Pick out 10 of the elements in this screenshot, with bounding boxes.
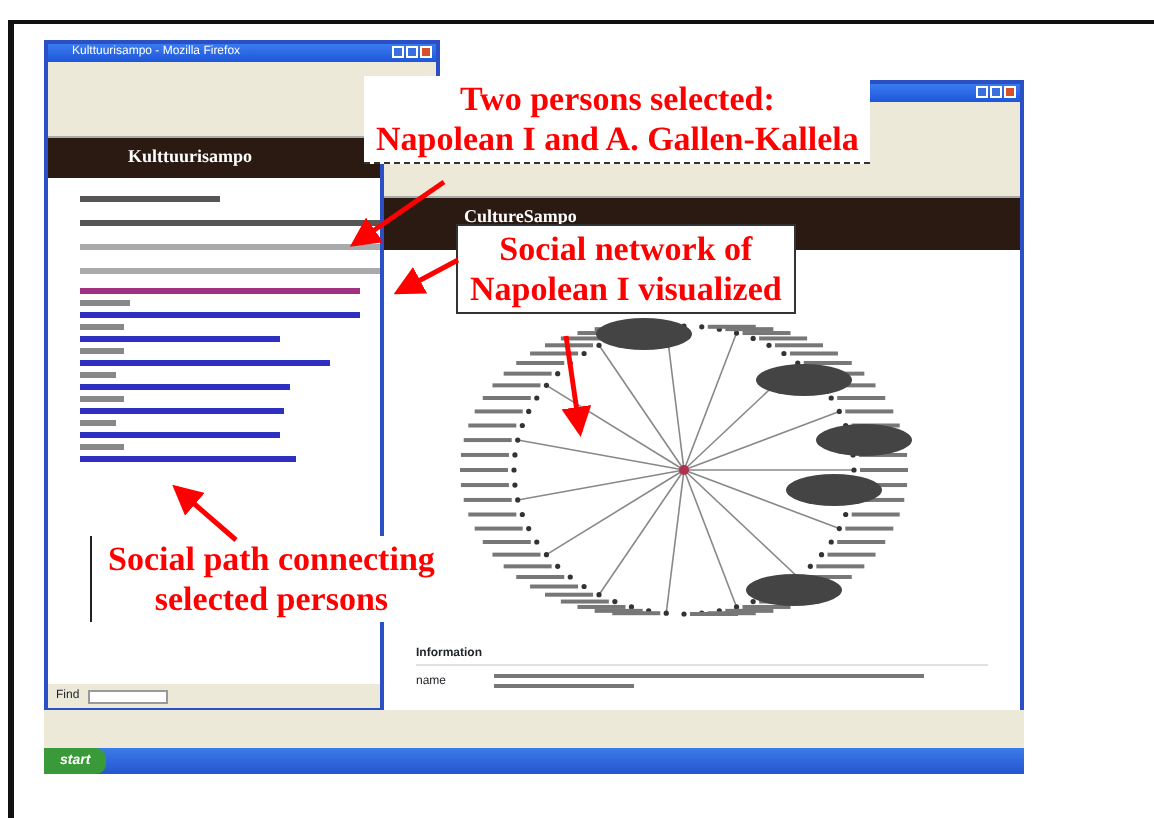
find-field[interactable] — [87, 689, 168, 703]
arrow — [349, 179, 446, 247]
arrow — [393, 257, 460, 295]
site-title: Kulttuurisampo — [128, 146, 253, 166]
center-node — [679, 465, 689, 475]
annotation-text: Two persons selected: Napolean I and A. Gallen-Kallela — [364, 76, 871, 165]
site-title: CultureSampo — [464, 206, 577, 226]
arrow — [172, 484, 238, 542]
arrow — [561, 335, 592, 437]
annotation-text: Social network of Napolean I visualized — [456, 224, 796, 315]
